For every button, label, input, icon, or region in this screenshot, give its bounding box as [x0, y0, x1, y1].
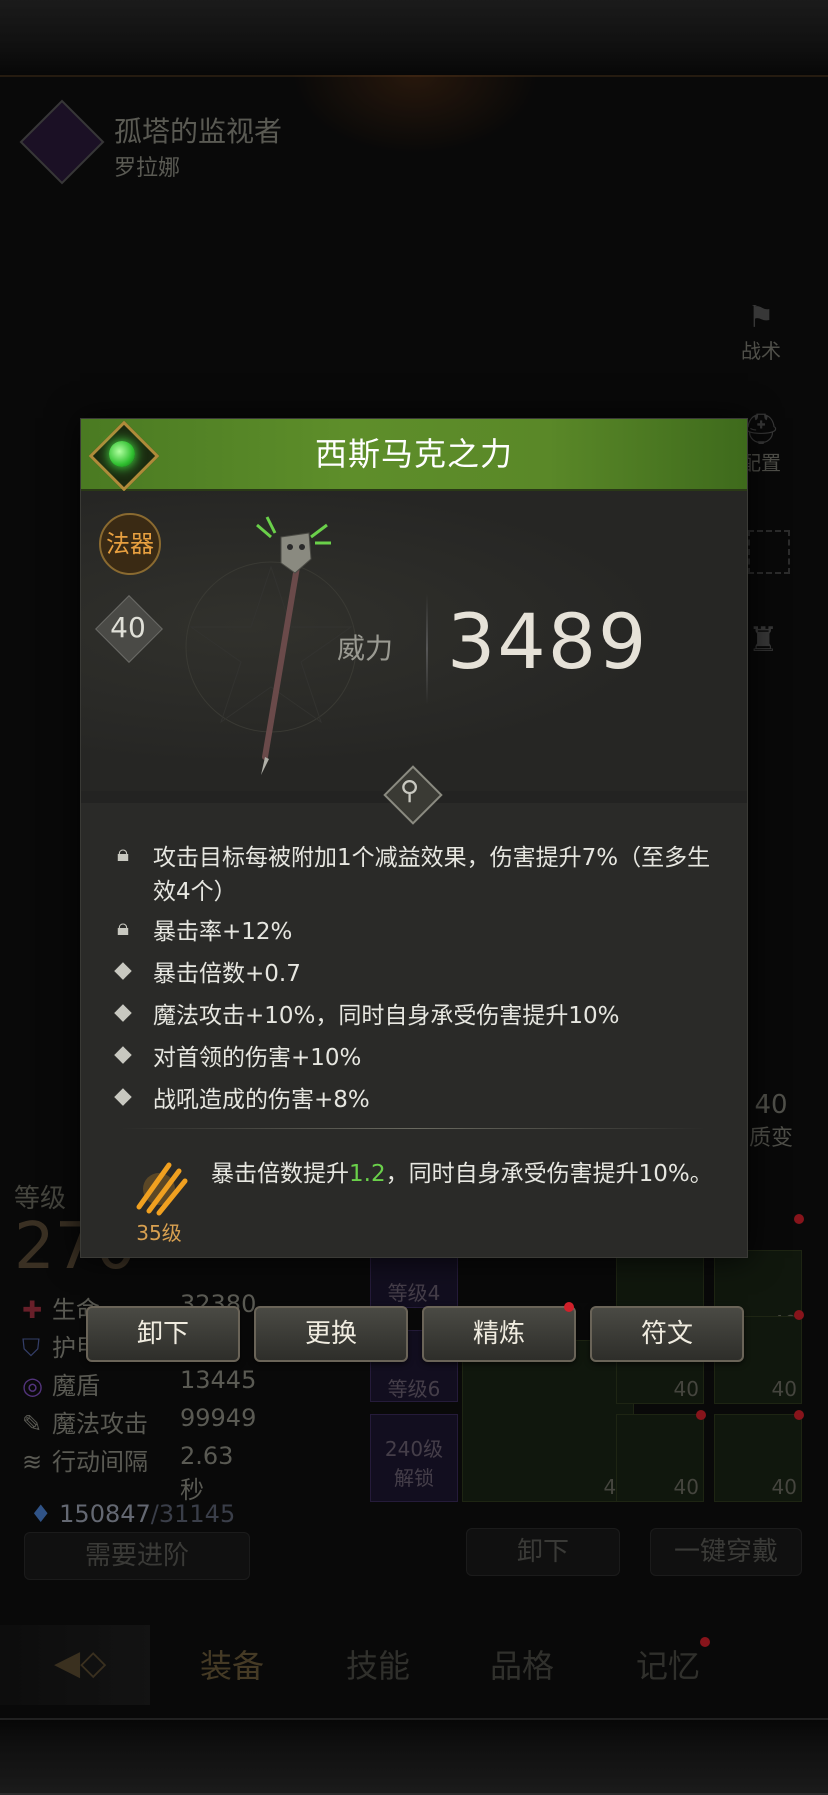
attribute-row: 🔒︎ 攻击目标每被附加1个减益效果，伤害提升7%（至多生效4个）	[111, 841, 711, 911]
refine-notification-dot	[564, 1302, 574, 1312]
diamond-bullet-icon: ◆	[114, 957, 132, 983]
power-value: 3489	[447, 597, 649, 686]
power-separator	[426, 594, 428, 704]
lock-icon: 🔒︎	[116, 915, 130, 941]
item-type-badge: 法器	[99, 513, 161, 575]
rune-button[interactable]: 符文	[590, 1306, 744, 1362]
staff-icon	[185, 516, 357, 775]
item-level-badge: 40	[95, 595, 163, 663]
lock-icon: 🔒︎	[116, 841, 130, 867]
divider	[121, 1128, 707, 1129]
replace-button[interactable]: 更换	[254, 1306, 408, 1362]
attribute-row: 🔒︎ 暴击率+12%	[111, 915, 711, 949]
attribute-row: ◆ 魔法攻击+10%，同时自身承受伤害提升10%	[111, 999, 711, 1033]
unequip-button[interactable]: 卸下	[86, 1306, 240, 1362]
item-detail-modal: 西斯马克之力 法器 40 威力 3489 ⚲ 🔒︎ 攻击目标每被附加1个减益效果…	[80, 418, 748, 1258]
skill-highlight-value: 1.2	[349, 1161, 386, 1187]
attribute-row: ◆ 对首领的伤害+10%	[111, 1041, 711, 1075]
magnifier-button[interactable]: ⚲	[383, 765, 443, 825]
diamond-bullet-icon: ◆	[114, 1041, 132, 1067]
diamond-bullet-icon: ◆	[114, 1083, 132, 1109]
skill-unlock-level: 35级	[136, 1221, 182, 1245]
attribute-row: ◆ 战吼造成的伤害+8%	[111, 1083, 711, 1117]
magnifier-icon: ⚲	[400, 776, 420, 806]
skill-description: 暴击倍数提升1.2，同时自身承受伤害提升10%。	[211, 1161, 713, 1187]
slash-skill-icon	[136, 1162, 188, 1216]
refine-button[interactable]: 精炼	[422, 1306, 576, 1362]
item-level: 40	[110, 611, 146, 644]
attribute-row: ◆ 暴击倍数+0.7	[111, 957, 711, 991]
rarity-gem-icon	[88, 420, 160, 492]
item-name: 西斯马克之力	[314, 435, 513, 473]
power-label: 威力	[337, 632, 394, 665]
diamond-bullet-icon: ◆	[114, 999, 132, 1025]
